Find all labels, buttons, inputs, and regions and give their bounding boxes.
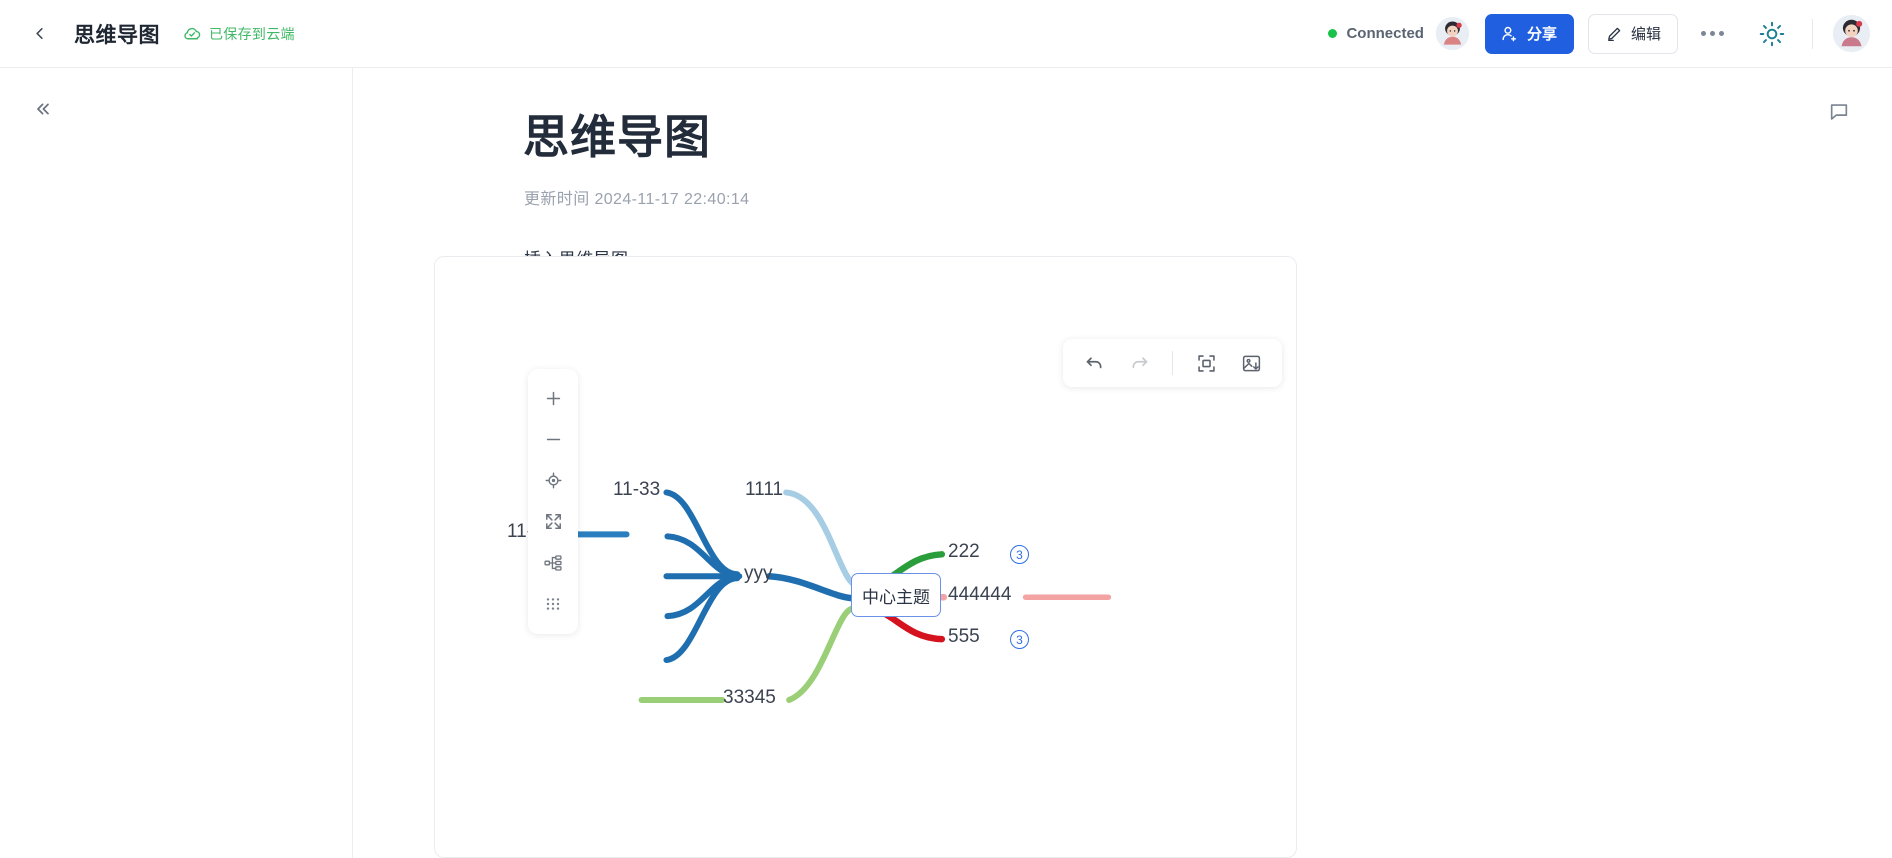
header-divider: [1812, 18, 1813, 49]
sidebar-panel: [0, 68, 353, 858]
mindmap-undo-button[interactable]: [1074, 344, 1114, 382]
mindmap-node-yyy[interactable]: yyy: [744, 563, 773, 585]
collaborator-avatar[interactable]: [1435, 17, 1469, 50]
mindmap-node-1111[interactable]: 1111: [745, 479, 783, 501]
share-button-label: 分享: [1526, 26, 1557, 43]
mindmap-zoom-out-button[interactable]: [534, 419, 572, 460]
mindmap-left-toolbar: [528, 369, 578, 634]
top-header: 思维导图 已保存到云端 Connected 分享 编辑: [0, 0, 1892, 68]
back-button[interactable]: [22, 17, 56, 51]
branch-1111: [783, 489, 862, 590]
save-status-text: 已保存到云端: [209, 25, 295, 42]
mindmap-center-node[interactable]: 中心主题: [851, 573, 941, 617]
mindmap-focus-button[interactable]: [1186, 344, 1226, 382]
mindmap-canvas-container[interactable]: 1111 yyy 11-33 11-22 33345 222 444444 55…: [434, 256, 1297, 858]
mindmap-center-view-button[interactable]: [534, 460, 572, 501]
edit-button-label: 编辑: [1630, 26, 1661, 43]
user-avatar-button[interactable]: [1833, 15, 1870, 52]
mindmap-fit-screen-button[interactable]: [534, 501, 572, 542]
image-download-icon: [1242, 355, 1260, 371]
comment-bubble-icon: [1830, 104, 1848, 120]
mindmap-export-image-button[interactable]: [1231, 344, 1271, 382]
subbranch-yyy-1: [663, 489, 741, 578]
connection-status: Connected: [1328, 25, 1424, 42]
expand-arrows-icon: [545, 514, 561, 529]
page-title: 思维导图: [523, 111, 711, 163]
mindmap-node-33345[interactable]: 33345: [723, 687, 776, 709]
undo-arrow-icon: [1086, 356, 1101, 368]
mindmap-badge-555[interactable]: 3: [1010, 630, 1029, 649]
cloud-check-icon: [184, 27, 201, 39]
mindmap-layout-structure-button[interactable]: [534, 542, 572, 583]
theme-toggle-button[interactable]: [1754, 16, 1790, 52]
redo-arrow-icon: [1132, 356, 1147, 368]
edit-button[interactable]: 编辑: [1587, 13, 1678, 54]
avatar-illustration-icon: [1833, 15, 1870, 52]
mindmap-more-button[interactable]: [534, 583, 572, 624]
avatar-illustration-icon: [1435, 17, 1469, 50]
sun-icon: [1759, 21, 1785, 46]
mindmap-node-11-33[interactable]: 11-33: [613, 479, 660, 501]
mindmap-zoom-in-button[interactable]: [534, 378, 572, 419]
chevron-double-left-icon: [37, 103, 49, 115]
updated-timestamp: 更新时间 2024-11-17 22:40:14: [524, 191, 750, 208]
branch-yyy: [765, 573, 858, 602]
tree-structure-icon: [544, 554, 562, 571]
pencil-icon: [1608, 27, 1621, 41]
share-button[interactable]: 分享: [1484, 13, 1574, 54]
mindmap-node-444444[interactable]: 444444: [948, 584, 1011, 606]
mindmap-node-555[interactable]: 555: [948, 626, 980, 648]
mindmap-node-222[interactable]: 222: [948, 541, 980, 563]
comment-button[interactable]: [1824, 96, 1854, 126]
minus-icon: [546, 438, 560, 441]
plus-icon: [546, 391, 560, 406]
more-horizontal-icon: [1700, 31, 1724, 36]
grid-dots-icon: [546, 597, 560, 610]
header-doc-title: 思维导图: [74, 23, 160, 47]
target-icon: [545, 472, 561, 489]
mindmap-top-toolbar: [1063, 339, 1282, 387]
focus-frame-icon: [1197, 354, 1215, 372]
branch-33345: [786, 605, 858, 703]
mindmap-toolbar-divider: [1172, 351, 1173, 375]
avatar: [1833, 15, 1870, 52]
sidebar-collapse-button[interactable]: [28, 94, 58, 124]
mindmap-redo-button[interactable]: [1119, 344, 1159, 382]
save-status: 已保存到云端: [182, 24, 295, 44]
connection-dot-icon: [1328, 29, 1338, 38]
document-area: 思维导图 更新时间 2024-11-17 22:40:14 插入思维导图: [353, 68, 1892, 858]
more-options-button[interactable]: [1694, 16, 1730, 52]
user-add-icon: [1502, 26, 1516, 42]
connection-label: Connected: [1346, 25, 1424, 42]
subbranch-yyy-5: [663, 575, 741, 664]
chevron-left-icon: [35, 27, 43, 40]
mindmap-badge-222[interactable]: 3: [1010, 545, 1029, 564]
